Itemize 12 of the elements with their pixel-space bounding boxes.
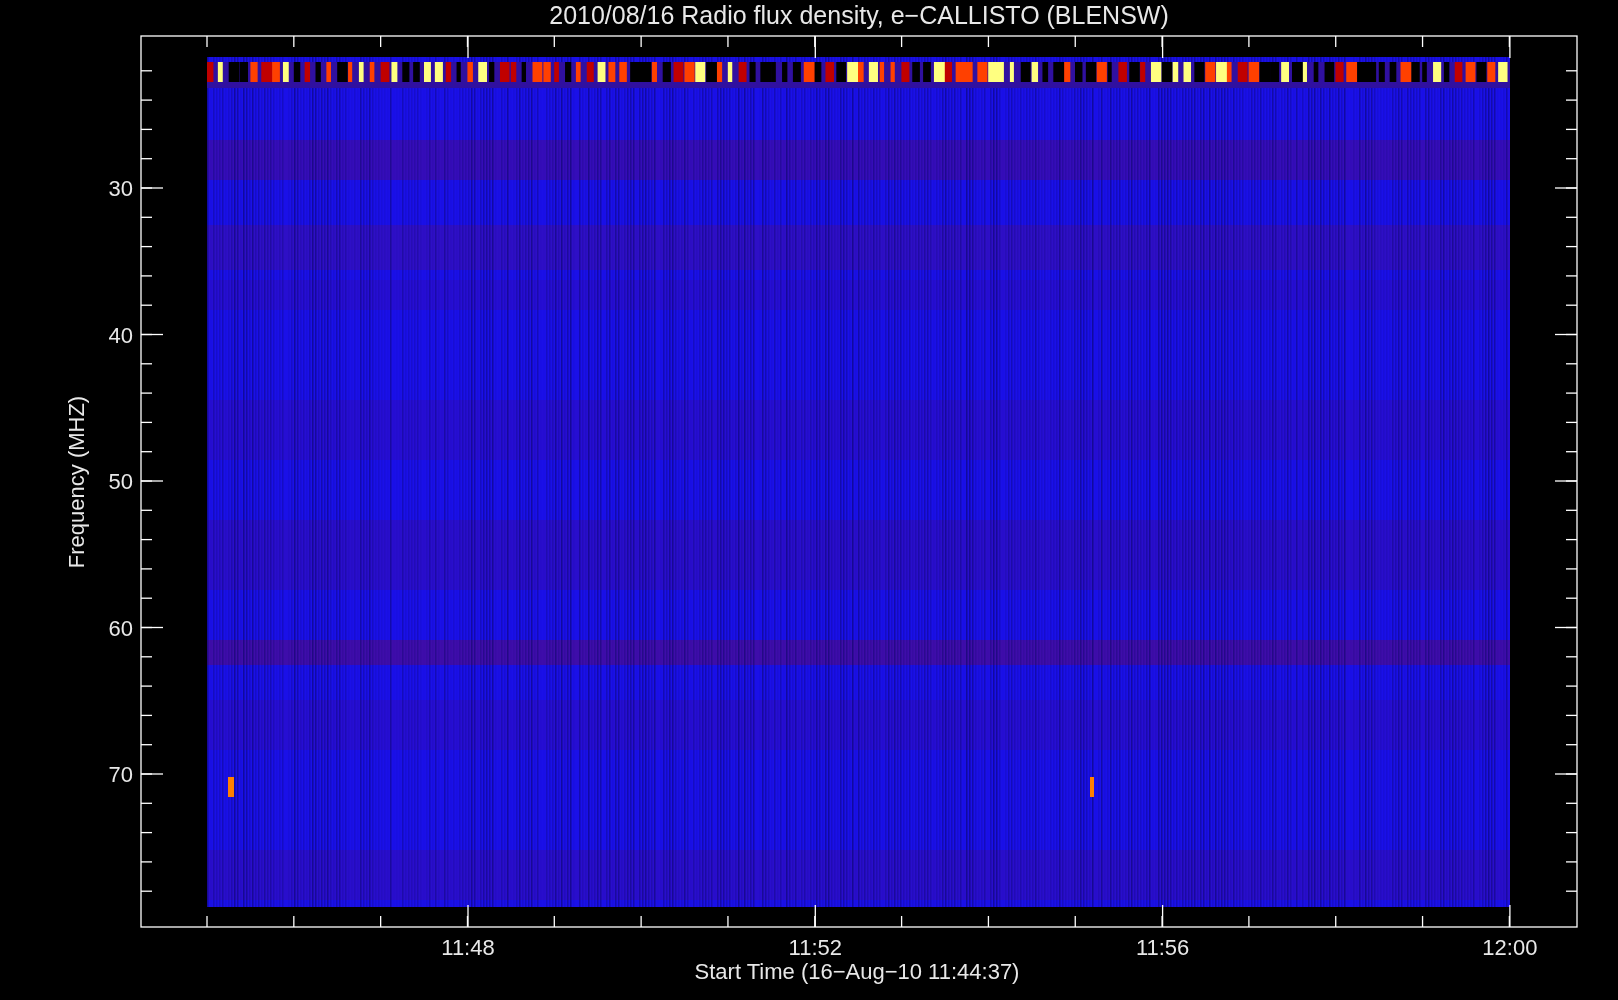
y-tick-label: 30 [108, 176, 133, 201]
y-axis-label: Frequency (MHZ) [64, 395, 89, 569]
x-axis-label: Start Time (16−Aug−10 11:44:37) [694, 959, 1020, 984]
chart-title: 2010/08/16 Radio flux density, e−CALLISTO (BLENSW) [549, 1, 1169, 29]
y-tick-label: 70 [108, 762, 133, 787]
x-tick-label: 11:56 [1135, 935, 1190, 960]
x-tick-label: 11:52 [788, 935, 842, 960]
x-tick-label: 12:00 [1482, 935, 1538, 960]
y-tick-label: 40 [108, 322, 133, 348]
y-tick-label: 60 [108, 615, 133, 641]
y-tick-label: 50 [108, 469, 133, 494]
x-tick-label: 11:48 [441, 935, 495, 960]
